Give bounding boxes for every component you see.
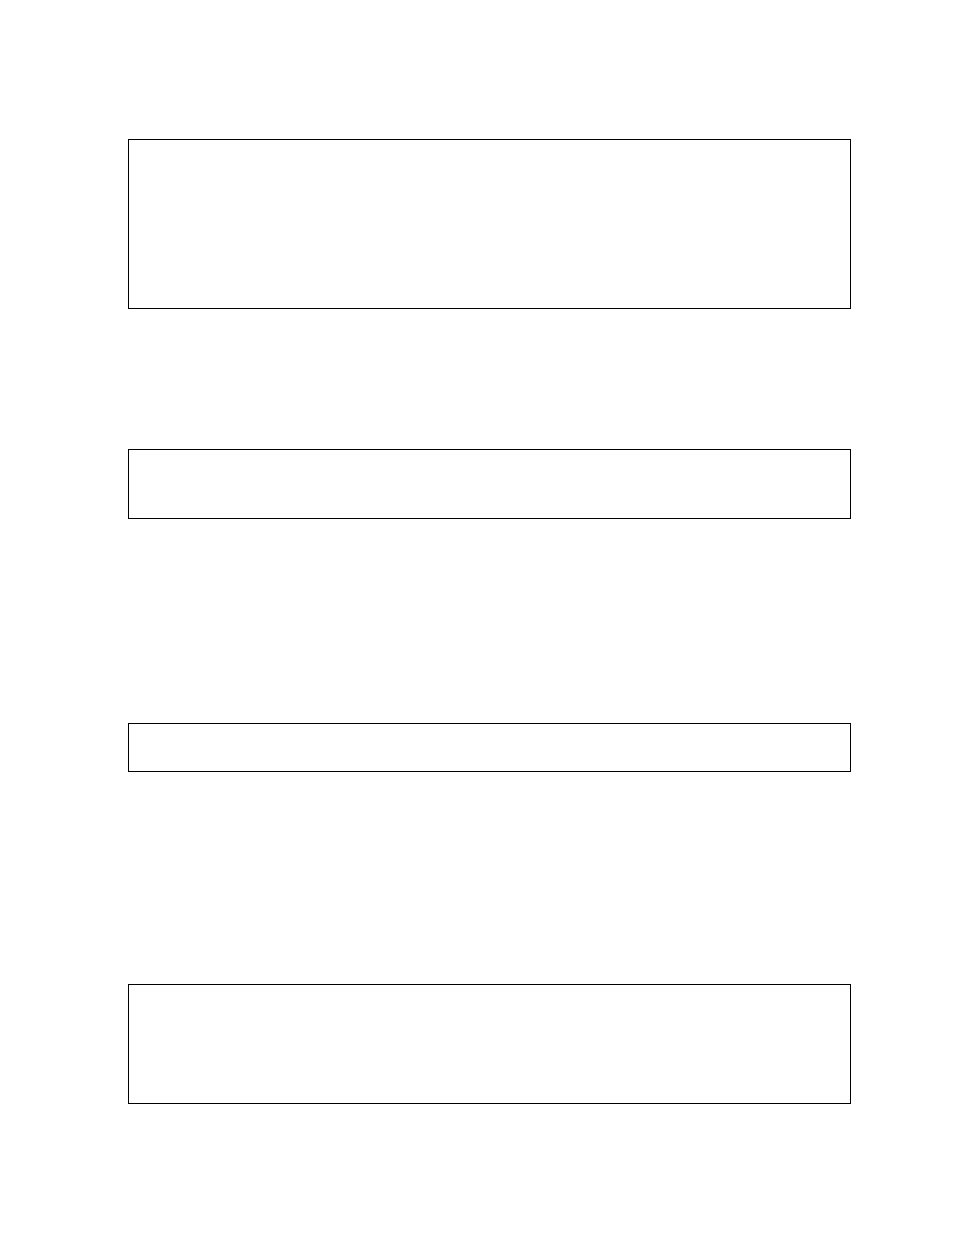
box-3 [128,723,851,772]
box-4 [128,984,851,1104]
box-2 [128,449,851,519]
box-1 [128,139,851,309]
